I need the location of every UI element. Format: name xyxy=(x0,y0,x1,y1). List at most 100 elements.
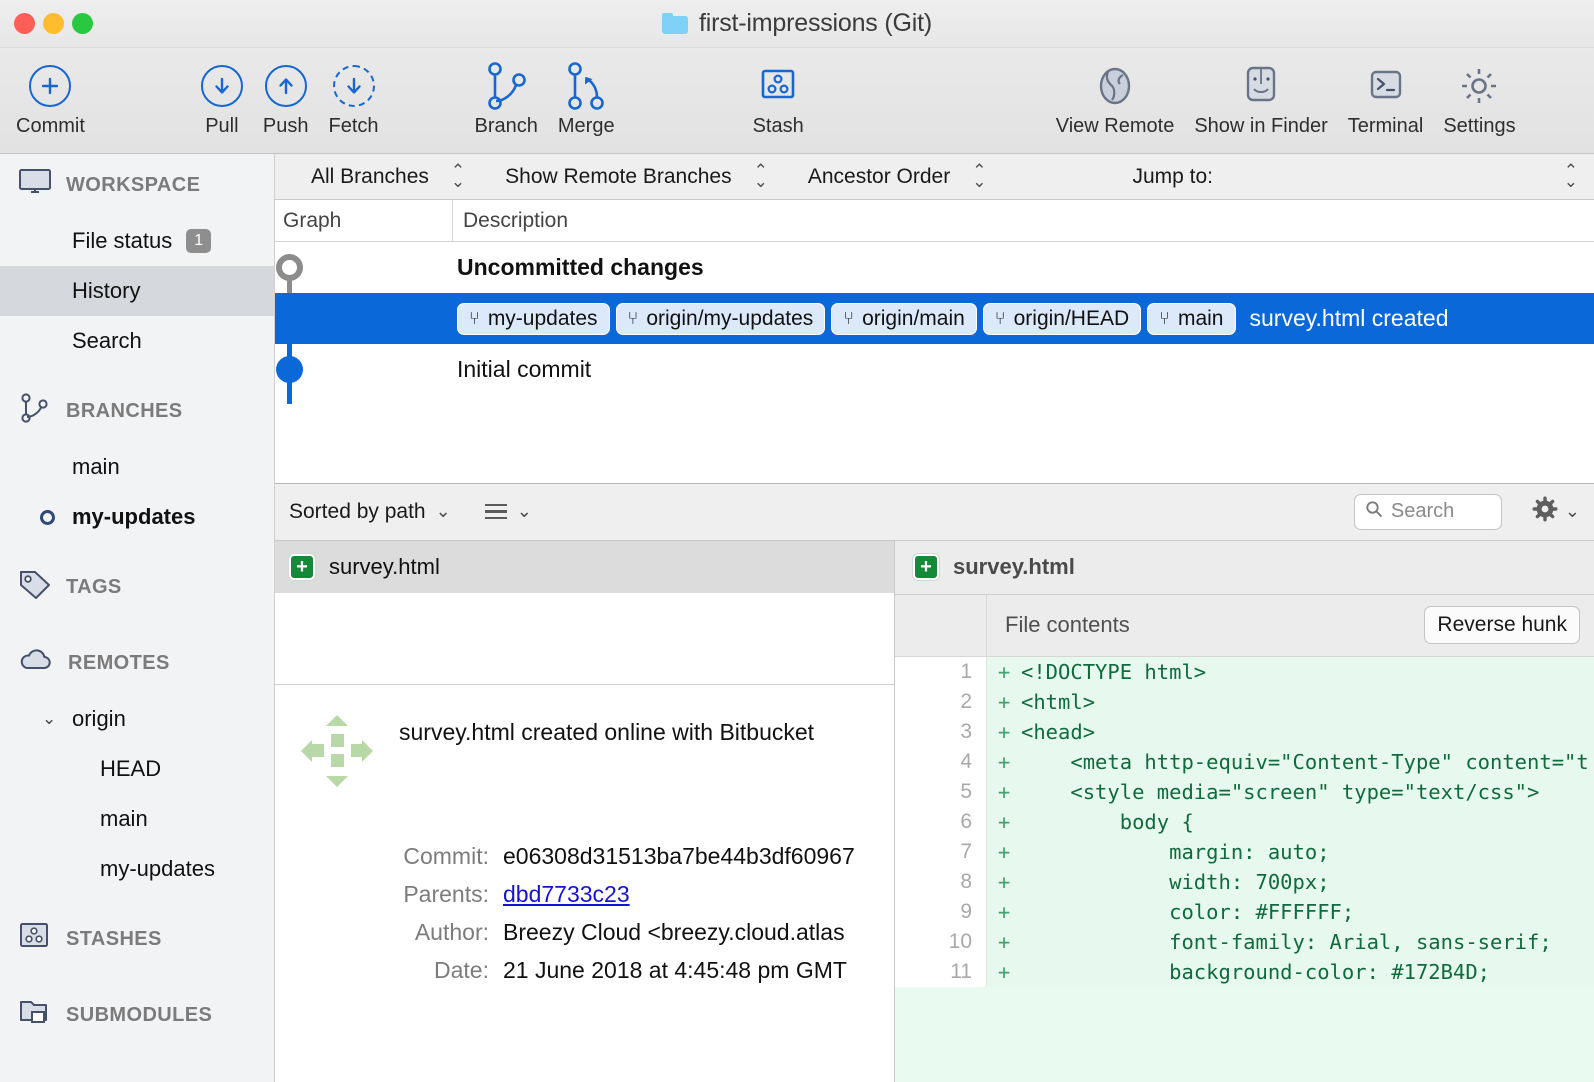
sidebar-item-file-status[interactable]: File status 1 xyxy=(0,216,274,266)
commit-description: ⑂ my-updates ⑂ origin/my-updates ⑂ origi… xyxy=(275,303,1594,335)
diff-sign: + xyxy=(987,900,1021,924)
sidebar-item-remote-my-updates[interactable]: my-updates xyxy=(0,844,274,894)
diff-pane: + survey.html File contents Reverse hunk… xyxy=(895,541,1594,1082)
jump-to-label: Jump to: xyxy=(1132,165,1213,189)
submodule-icon xyxy=(18,997,52,1033)
jump-to-stepper-icon[interactable]: ⌃⌄ xyxy=(1564,166,1578,187)
diff-line: 6+ body { xyxy=(895,807,1594,837)
window-controls xyxy=(14,13,93,34)
commit-list[interactable]: Uncommitted changes ⑂ my-updates ⑂ origi… xyxy=(275,242,1594,483)
gear-icon xyxy=(1456,59,1502,113)
ref-chip-my-updates[interactable]: ⑂ my-updates xyxy=(457,303,610,335)
arrow-down-circle-icon xyxy=(201,59,243,113)
order-filter-label: Ancestor Order xyxy=(808,165,950,189)
title-bar: first-impressions (Git) xyxy=(0,0,1594,48)
list-item[interactable]: + survey.html xyxy=(275,541,894,593)
sidebar-item-search[interactable]: Search xyxy=(0,316,274,366)
search-input[interactable]: Search xyxy=(1354,494,1502,530)
diff-code: <head> xyxy=(1021,720,1594,744)
sidebar-item-history[interactable]: History xyxy=(0,266,274,316)
ref-chip-label: origin/HEAD xyxy=(1014,307,1130,331)
view-remote-button[interactable]: View Remote xyxy=(1046,55,1185,138)
sidebar-item-branch-my-updates-label: my-updates xyxy=(72,504,195,530)
sort-dropdown[interactable]: Sorted by path ⌄ xyxy=(289,500,451,524)
parent-hash-link[interactable]: dbd7733c23 xyxy=(503,881,630,908)
ref-chip-origin-my-updates[interactable]: ⑂ origin/my-updates xyxy=(616,303,826,335)
parent-hash-anchor[interactable]: dbd7733c23 xyxy=(503,881,630,907)
view-remote-label: View Remote xyxy=(1056,115,1175,138)
stash-icon xyxy=(18,921,52,957)
hunk-title: File contents xyxy=(987,612,1130,638)
settings-button[interactable]: Settings xyxy=(1433,55,1525,138)
branch-button[interactable]: Branch xyxy=(465,55,548,138)
branch-filter-dropdown[interactable]: All Branches ⌃⌄ xyxy=(311,165,465,189)
commit-field-label: Author: xyxy=(275,919,503,946)
vertical-scrollbar[interactable] xyxy=(887,541,894,1082)
ref-chip-origin-head[interactable]: ⑂ origin/HEAD xyxy=(983,303,1141,335)
view-mode-dropdown[interactable]: ⌄ xyxy=(485,501,532,522)
merge-icon xyxy=(562,59,610,113)
pull-button[interactable]: Pull xyxy=(191,55,253,138)
branch-icon: ⑂ xyxy=(1159,308,1170,329)
commit-button[interactable]: Commit xyxy=(6,55,95,138)
fetch-button[interactable]: Fetch xyxy=(318,55,388,138)
commit-field-label: Parents: xyxy=(275,881,503,908)
diff-code: width: 700px; xyxy=(1021,870,1594,894)
diff-code: <!DOCTYPE html> xyxy=(1021,660,1594,684)
order-filter-dropdown[interactable]: Ancestor Order ⌃⌄ xyxy=(808,165,987,189)
ref-chip-label: main xyxy=(1178,307,1224,331)
commit-header: survey.html created online with Bitbucke… xyxy=(275,711,894,791)
diff-file-header: + survey.html xyxy=(895,541,1594,595)
diff-sign: + xyxy=(987,810,1021,834)
diff-sign: + xyxy=(987,780,1021,804)
file-added-icon: + xyxy=(289,554,315,580)
search-placeholder: Search xyxy=(1391,500,1454,523)
zoom-button[interactable] xyxy=(72,13,93,34)
main-body: WORKSPACE File status 1 History Search B… xyxy=(0,154,1594,1082)
chevron-down-icon[interactable]: ⌄ xyxy=(42,709,56,729)
show-in-finder-button[interactable]: Show in Finder xyxy=(1184,55,1337,138)
arrow-up-circle-icon xyxy=(265,59,307,113)
terminal-button[interactable]: Terminal xyxy=(1338,55,1434,138)
reverse-hunk-button[interactable]: Reverse hunk xyxy=(1424,606,1580,644)
table-row[interactable]: Uncommitted changes xyxy=(275,242,1594,293)
sidebar-item-branch-main[interactable]: main xyxy=(0,442,274,492)
diff-line: 9+ color: #FFFFFF; xyxy=(895,897,1594,927)
diff-code: body { xyxy=(1021,810,1594,834)
diff-sign: + xyxy=(987,690,1021,714)
close-button[interactable] xyxy=(14,13,35,34)
bitbucket-avatar-icon xyxy=(297,711,377,791)
remote-filter-dropdown[interactable]: Show Remote Branches ⌃⌄ xyxy=(505,165,768,189)
stash-button[interactable]: Stash xyxy=(743,55,814,138)
terminal-icon xyxy=(1364,59,1408,113)
sidebar-item-remote-origin[interactable]: ⌄ origin xyxy=(0,694,274,744)
sidebar-item-remote-head[interactable]: HEAD xyxy=(0,744,274,794)
merge-button[interactable]: Merge xyxy=(548,55,625,138)
stepper-icon[interactable]: ⌃⌄ xyxy=(451,166,465,187)
line-number: 9 xyxy=(895,897,987,927)
ref-chip-origin-main[interactable]: ⑂ origin/main xyxy=(831,303,977,335)
column-header-description[interactable]: Description xyxy=(453,209,568,233)
sidebar-item-branch-my-updates[interactable]: my-updates xyxy=(0,492,274,542)
stepper-icon[interactable]: ⌃⌄ xyxy=(972,166,986,187)
diff-code: <html> xyxy=(1021,690,1594,714)
commit-date: 21 June 2018 at 4:45:48 pm GMT xyxy=(503,957,847,984)
sidebar-item-remote-head-label: HEAD xyxy=(100,756,161,782)
file-and-commit-pane: + survey.html xyxy=(275,541,895,1082)
line-number: 1 xyxy=(895,657,987,687)
content-area: All Branches ⌃⌄ Show Remote Branches ⌃⌄ … xyxy=(275,154,1594,1082)
window-title-text: first-impressions (Git) xyxy=(699,9,932,38)
diff-lines[interactable]: 1+<!DOCTYPE html> 2+<html> 3+<head> 4+ <… xyxy=(895,657,1594,1082)
push-button[interactable]: Push xyxy=(253,55,319,138)
stepper-icon[interactable]: ⌃⌄ xyxy=(754,166,768,187)
table-row[interactable]: Initial commit xyxy=(275,344,1594,395)
sidebar-item-remote-main[interactable]: main xyxy=(0,794,274,844)
minimize-button[interactable] xyxy=(43,13,64,34)
diff-line: 11+ background-color: #172B4D; xyxy=(895,957,1594,987)
fetch-label: Fetch xyxy=(328,115,378,138)
settings-menu-button[interactable]: ⌄ xyxy=(1532,496,1580,528)
column-header-graph[interactable]: Graph xyxy=(275,200,453,241)
chevron-down-icon: ⌄ xyxy=(517,501,532,522)
ref-chip-main[interactable]: ⑂ main xyxy=(1147,303,1235,335)
table-row[interactable]: ⑂ my-updates ⑂ origin/my-updates ⑂ origi… xyxy=(275,293,1594,344)
